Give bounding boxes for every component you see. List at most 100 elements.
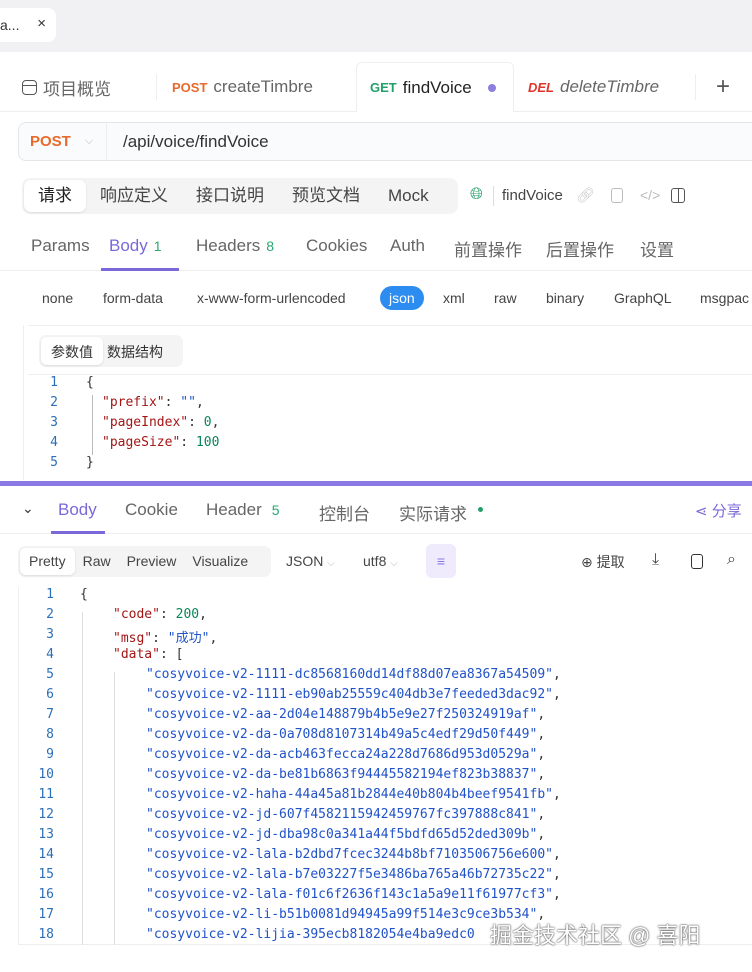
code-line: "pageIndex": 0, [102, 415, 219, 430]
code-token: "cosyvoice-v2-aa-2d04e148879b4b5e9e27f25… [146, 707, 538, 722]
copy-icon[interactable] [691, 554, 703, 569]
tab-response-cookie[interactable]: Cookie [125, 500, 178, 520]
extract-button[interactable]: ⊕ 提取 [581, 552, 625, 572]
view-raw[interactable]: Raw [75, 548, 119, 575]
tab-findVoice[interactable]: GET findVoice [356, 62, 514, 112]
chevron-down-icon: ⌵ [390, 558, 398, 569]
body-type-none[interactable]: none [42, 290, 73, 306]
method-badge: GET [370, 80, 397, 95]
method-select[interactable]: POST ⌵ [19, 123, 107, 160]
tab-project-overview[interactable]: 项目概览 [22, 62, 111, 112]
body-type-graphql[interactable]: GraphQL [614, 290, 672, 306]
code-token: "cosyvoice-v2-lala-b7e03227f5e3486ba765a… [146, 867, 553, 882]
request-subtabs: 请求 响应定义 接口说明 预览文档 Mock [22, 178, 458, 214]
code-token: "code" [113, 607, 160, 622]
share-label: 分享 [711, 503, 742, 520]
tab-headers-label: Headers [196, 236, 261, 255]
body-type-xml[interactable]: xml [443, 290, 465, 306]
window-tab[interactable]: a... × [0, 8, 56, 42]
mode-schema[interactable]: 数据结构 [103, 337, 167, 365]
tab-label: 项目概览 [43, 79, 111, 99]
request-body-editor[interactable]: 1 {2 "prefix": "", 3 "pageIndex": 0, 4 "pageSi… [0, 375, 752, 480]
body-type-msgpack[interactable]: msgpac [700, 290, 749, 306]
line-number: 13 [38, 827, 54, 842]
view-preview[interactable]: Preview [119, 548, 185, 575]
line-number: 7 [46, 707, 54, 722]
tab-body[interactable]: Body 1 [109, 236, 162, 256]
panel-resize-handle[interactable] [0, 481, 752, 486]
link-icon[interactable]: 🔗︎ [576, 186, 595, 204]
tab-post-actions[interactable]: 后置操作 [546, 236, 614, 261]
tab-response-body[interactable]: Body [58, 500, 97, 520]
subtab-request[interactable]: 请求 [24, 180, 86, 212]
tab-settings[interactable]: 设置 [640, 236, 674, 261]
tab-params[interactable]: Params [31, 236, 90, 256]
subtab-preview-doc[interactable]: 预览文档 [278, 180, 374, 212]
tab-deleteTimbre[interactable]: DEL deleteTimbre [528, 62, 659, 112]
method-badge: POST [172, 79, 208, 95]
encoding-select[interactable]: utf8 ⌵ [363, 553, 398, 569]
subtab-response-def[interactable]: 响应定义 [86, 180, 182, 212]
code-icon[interactable]: </> [640, 187, 660, 203]
code-token: : [180, 435, 196, 450]
line-number: 3 [50, 415, 58, 430]
line-number: 1 [46, 587, 54, 602]
response-view-toggle: Pretty Raw Preview Visualize [18, 546, 271, 577]
tab-pre-actions[interactable]: 前置操作 [454, 236, 522, 261]
tab-headers[interactable]: Headers 8 [196, 236, 274, 256]
extract-icon: ⊕ [581, 554, 593, 570]
code-line: "cosyvoice-v2-aa-2d04e148879b4b5e9e27f25… [146, 707, 545, 722]
api-name: findVoice [502, 187, 563, 204]
body-type-urlencoded[interactable]: x-www-form-urlencoded [197, 290, 346, 306]
close-icon[interactable]: × [37, 15, 46, 32]
code-token: , [537, 807, 546, 822]
subtab-api-doc[interactable]: 接口说明 [182, 180, 278, 212]
format-select[interactable]: JSON ⌵ [286, 553, 335, 569]
split-view-icon[interactable] [671, 188, 685, 203]
view-visualize[interactable]: Visualize [184, 548, 256, 575]
tab-actual-request[interactable]: 实际请求 [399, 500, 467, 525]
code-token: , [537, 827, 546, 842]
tab-response-header[interactable]: Header 5 [206, 500, 280, 520]
line-number: 18 [38, 927, 54, 942]
subtab-mock[interactable]: Mock [374, 180, 443, 212]
code-token: : [188, 415, 204, 430]
collapse-chevron-icon[interactable]: ⌄ [22, 500, 34, 517]
word-wrap-icon[interactable]: ≡ [426, 544, 456, 578]
code-line: "pageSize": 100 [102, 435, 219, 450]
share-icon: ⋖ [695, 503, 712, 520]
line-number: 12 [38, 807, 54, 822]
add-tab-button[interactable]: + [716, 62, 730, 112]
copy-icon[interactable] [611, 188, 623, 203]
tab-auth[interactable]: Auth [390, 236, 425, 256]
view-pretty[interactable]: Pretty [20, 548, 75, 575]
code-line: "cosyvoice-v2-da-acb463fecca24a228d7686d… [146, 747, 545, 762]
body-type-binary[interactable]: binary [546, 290, 584, 306]
body-type-json[interactable]: json [380, 286, 424, 310]
code-token: "cosyvoice-v2-lala-b2dbd7fcec3244b8bf710… [146, 847, 553, 862]
code-line: "cosyvoice-v2-li-b51b0081d94945a99f514e3… [146, 907, 545, 922]
search-icon[interactable]: ⌕ [727, 551, 736, 569]
tab-createTimbre[interactable]: POST createTimbre [172, 62, 313, 112]
code-line: "cosyvoice-v2-jd-607f4582115942459767fc3… [146, 807, 545, 822]
tab-console[interactable]: 控制台 [319, 500, 370, 525]
body-type-form-data[interactable]: form-data [103, 290, 163, 306]
line-number: 17 [38, 907, 54, 922]
code-token: : [159, 607, 176, 622]
code-token: 0 [203, 415, 212, 430]
mode-values[interactable]: 参数值 [41, 337, 103, 365]
code-line: "cosyvoice-v2-lala-b2dbd7fcec3244b8bf710… [146, 847, 561, 862]
line-number: 2 [46, 607, 54, 622]
url-input[interactable] [107, 131, 707, 152]
unsaved-dot-icon [487, 83, 496, 92]
globe-icon[interactable]: 🌐︎ [470, 186, 483, 204]
line-number: 11 [38, 787, 54, 802]
line-number: 1 [50, 375, 58, 390]
window-tab-label: a... [0, 17, 20, 33]
code-token: { [86, 375, 94, 390]
body-type-raw[interactable]: raw [494, 290, 517, 306]
share-button[interactable]: ⋖ 分享 [695, 500, 742, 521]
tab-cookies[interactable]: Cookies [306, 236, 367, 256]
download-icon[interactable]: ⤓ [652, 551, 659, 569]
code-token: "prefix" [102, 395, 165, 410]
